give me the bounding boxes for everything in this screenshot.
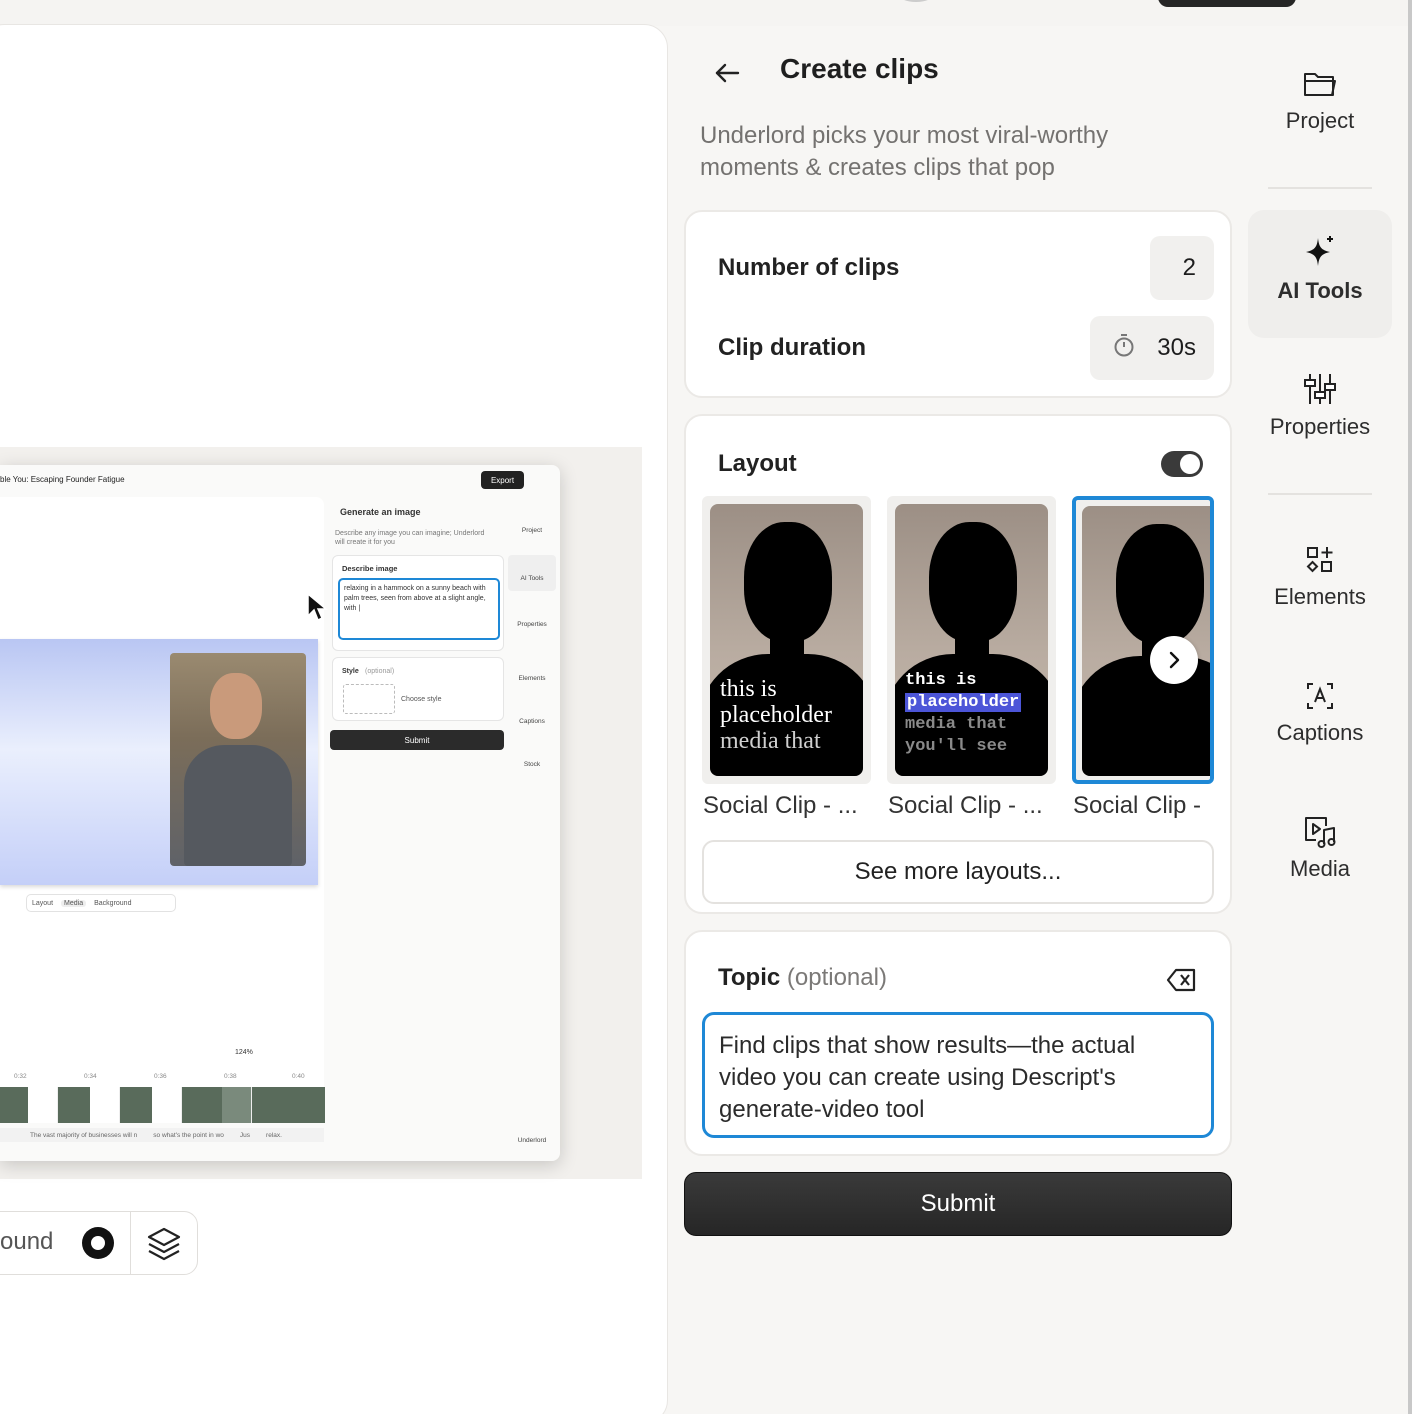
sidebar-item-label: AI Tools xyxy=(1277,278,1363,303)
layout-option-1[interactable]: this is placeholder media that xyxy=(702,496,871,784)
preview-side-underlord: Underlord xyxy=(517,1137,547,1144)
layout-option-2-name: Social Clip - ... xyxy=(888,792,1043,819)
preview-describe-card: Describe image relaxing in a hammock on … xyxy=(332,555,504,651)
topic-textarea[interactable]: Find clips that show results—the actual … xyxy=(702,1012,1214,1138)
sidebar-item-ai-tools[interactable]: AI Tools xyxy=(1248,210,1392,338)
layout-preview-image xyxy=(1082,506,1210,776)
num-clips-input[interactable]: 2 xyxy=(1150,236,1214,300)
preview-export-button: Export xyxy=(481,471,524,489)
see-more-layouts-button[interactable]: See more layouts... xyxy=(702,840,1214,904)
preview-background-label: Background xyxy=(94,899,132,907)
layout-caption-text: this is placeholder media that you'll se… xyxy=(905,671,1022,756)
submit-button[interactable]: Submit xyxy=(684,1172,1232,1236)
embedded-screenshot[interactable]: ble You: Escaping Founder Fatigue Export… xyxy=(0,465,560,1161)
layout-option-1-name: Social Clip - ... xyxy=(703,792,858,819)
preview-side-captions: Captions xyxy=(519,718,545,725)
mouse-cursor-icon xyxy=(306,592,329,629)
topic-label-text: Topic xyxy=(718,964,781,991)
layout-preview-image: this is placeholder media that you'll se… xyxy=(895,504,1048,776)
preview-side-ai: AI Tools xyxy=(508,555,556,591)
window-edge xyxy=(1408,0,1412,1414)
preview-style-label: Style xyxy=(342,668,359,675)
preview-time-4: 0:38 xyxy=(224,1073,237,1080)
preview-transcript-1: The vast majority of businesses will n xyxy=(30,1131,138,1139)
sidebar-item-label: Media xyxy=(1290,856,1350,881)
layout-caption-text: this is placeholder media that xyxy=(720,676,832,754)
panel-description: Underlord picks your most viral-worthy m… xyxy=(700,122,1109,181)
sidebar-item-label: Captions xyxy=(1276,720,1364,745)
sidebar-item-properties[interactable]: Properties xyxy=(1248,372,1392,440)
preview-generate-panel: Generate an image Describe any image you… xyxy=(330,497,506,747)
clip-duration-value: 30s xyxy=(1157,334,1196,361)
layers-icon[interactable] xyxy=(145,1226,183,1262)
preview-side-properties: Properties xyxy=(517,621,547,628)
layout-option-2[interactable]: this is placeholder media that you'll se… xyxy=(887,496,1056,784)
preview-media-label: Media xyxy=(61,899,87,907)
sparkle-icon xyxy=(1248,234,1392,270)
layout-toggle[interactable] xyxy=(1161,451,1203,477)
preview-zoom: 124% xyxy=(235,1049,253,1056)
layout-label: Layout xyxy=(718,450,797,477)
sidebar-item-label: Elements xyxy=(1274,584,1366,609)
chevron-right-icon[interactable] xyxy=(1150,636,1198,684)
toolbar-divider xyxy=(130,1212,131,1274)
sidebar-item-project[interactable]: Project xyxy=(1248,68,1392,134)
preview-style-card: Style (optional) Choose style xyxy=(332,657,504,721)
preview-style-optional: (optional) xyxy=(365,668,395,675)
preview-speaker-video xyxy=(170,653,306,866)
topic-optional-text: (optional) xyxy=(786,964,887,991)
preview-time-1: 0:32 xyxy=(14,1073,27,1080)
sidebar-item-media[interactable]: Media xyxy=(1248,814,1392,882)
sidebar-item-label: Project xyxy=(1285,108,1355,133)
preview-panel-desc: Describe any image you can imagine; Unde… xyxy=(335,530,485,546)
preview-layout-label: Layout xyxy=(32,899,54,907)
preview-transcript-3: Jus xyxy=(239,1131,251,1139)
preview-describe-label: Describe image xyxy=(342,564,398,573)
clear-input-icon[interactable] xyxy=(1166,966,1198,994)
clip-duration-select[interactable]: 30s xyxy=(1090,316,1214,380)
preview-side-project: Project xyxy=(521,527,543,534)
preview-panel-title: Generate an image xyxy=(340,507,421,517)
sliders-icon xyxy=(1248,372,1392,406)
sidebar-divider xyxy=(1268,493,1372,495)
layout-option-3-selected[interactable] xyxy=(1072,496,1214,784)
sidebar-item-captions[interactable]: Captions xyxy=(1248,680,1392,746)
num-clips-label: Number of clips xyxy=(718,254,900,281)
preview-time-2: 0:34 xyxy=(84,1073,97,1080)
sidebar-item-elements[interactable]: Elements xyxy=(1248,544,1392,610)
preview-transcript-strip: The vast majority of businesses will n s… xyxy=(0,1128,324,1142)
sidebar-item-label: Properties xyxy=(1269,414,1371,439)
preview-style-swatch xyxy=(343,684,395,714)
media-icon xyxy=(1248,814,1392,848)
sidebar-divider xyxy=(1268,187,1372,189)
preview-transcript-2: so what's the point in wo xyxy=(153,1131,224,1139)
folder-icon xyxy=(1248,68,1392,100)
preview-describe-text: relaxing in a hammock on a sunny beach w… xyxy=(338,578,500,640)
shapes-icon xyxy=(1248,544,1392,576)
clip-duration-label: Clip duration xyxy=(718,334,866,361)
preview-thumbnail-strip xyxy=(0,1087,325,1123)
captions-icon xyxy=(1248,680,1392,712)
preview-transcript-4: relax. xyxy=(266,1131,282,1139)
preview-submit-button: Submit xyxy=(330,730,504,750)
preview-style-select: Choose style xyxy=(401,696,442,703)
back-arrow-icon[interactable] xyxy=(710,56,744,90)
panel-title: Create clips xyxy=(780,53,939,84)
num-clips-value: 2 xyxy=(1182,254,1196,281)
stopwatch-icon xyxy=(1113,333,1135,364)
layout-option-3-name: Social Clip - xyxy=(1073,792,1202,819)
preview-side-elements: Elements xyxy=(518,675,546,682)
preview-side-stock: Stock xyxy=(523,761,541,768)
background-color-swatch[interactable] xyxy=(82,1227,114,1259)
topic-label: Topic (optional) xyxy=(718,964,887,992)
preview-time-3: 0:36 xyxy=(154,1073,167,1080)
preview-project-title: ble You: Escaping Founder Fatigue xyxy=(0,475,125,484)
background-label[interactable]: ound xyxy=(0,1228,53,1256)
preview-time-5: 0:40 xyxy=(292,1073,305,1080)
preview-sidebar: Project AI Tools Properties Elements Cap… xyxy=(508,497,558,1157)
layout-preview-image: this is placeholder media that xyxy=(710,504,863,776)
preview-layout-bar: Layout Media Background xyxy=(26,894,176,912)
